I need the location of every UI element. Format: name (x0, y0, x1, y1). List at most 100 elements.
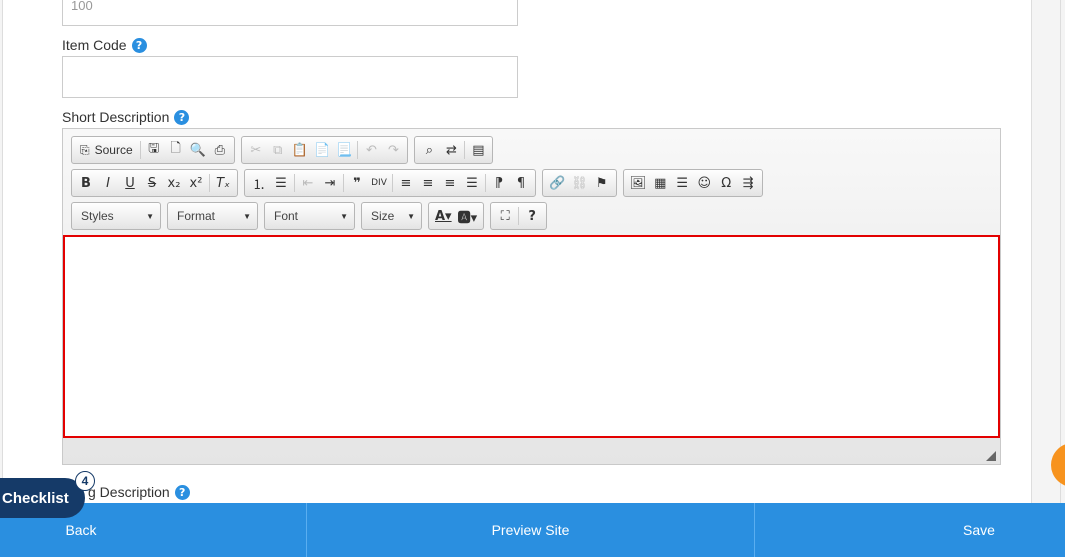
toolbar-group-tools: ⛶ ? (490, 202, 548, 230)
item-code-label-text: Item Code (62, 37, 127, 53)
rtl-icon[interactable]: ¶ (510, 172, 532, 194)
select-all-icon[interactable]: ▤ (467, 139, 489, 161)
align-center-icon[interactable]: ≡ (417, 172, 439, 194)
help-label: ? (528, 208, 536, 224)
toolbar-group-links: 🔗 ⛓ ⚑ (542, 169, 617, 197)
help-icon[interactable]: ? (174, 484, 190, 500)
text-color-icon[interactable]: A▾ (432, 205, 455, 227)
ltr-icon[interactable]: ⁋ (488, 172, 510, 194)
resize-handle-icon[interactable] (986, 451, 996, 461)
preview-icon[interactable]: 🔍 (187, 139, 209, 161)
rich-text-editor: ⎘ Source 🖫 🗋 🔍 ⎙ ✂ ⧉ 📋 📄 📃 ↶ ↷ ⌕ ⇄ ▤ B I… (62, 128, 1001, 465)
source-label: Source (94, 143, 133, 157)
separator (485, 174, 486, 192)
redo-icon[interactable]: ↷ (382, 139, 404, 161)
find-icon[interactable]: ⌕ (418, 139, 440, 161)
copy-icon[interactable]: ⧉ (267, 139, 289, 161)
long-description-label: g Description ? (88, 484, 190, 500)
paste-text-icon[interactable]: 📄 (311, 139, 333, 161)
cut-icon[interactable]: ✂ (245, 139, 267, 161)
item-code-label: Item Code ? (62, 37, 147, 53)
bulleted-list-icon[interactable]: ☰ (270, 172, 292, 194)
table-icon[interactable]: ▦ (649, 172, 671, 194)
source-button[interactable]: ⎘ Source (75, 139, 138, 161)
superscript-icon[interactable]: x² (185, 172, 207, 194)
save-icon[interactable]: 🖫 (143, 139, 165, 161)
save-button[interactable]: Save (755, 503, 1065, 557)
horizontal-line-icon[interactable]: ☰ (671, 172, 693, 194)
help-icon[interactable]: ? (174, 109, 190, 125)
special-char-icon[interactable]: Ω (715, 172, 737, 194)
page-break-icon[interactable]: ⇶ (737, 172, 759, 194)
separator (209, 174, 210, 192)
save-label: Save (963, 522, 995, 538)
italic-icon[interactable]: I (97, 172, 119, 194)
about-help-icon[interactable]: ? (521, 205, 543, 227)
link-icon[interactable]: 🔗 (546, 172, 568, 194)
format-dropdown[interactable]: Format ▼ (167, 202, 258, 230)
subscript-icon[interactable]: x₂ (163, 172, 185, 194)
separator (518, 207, 520, 225)
outdent-icon[interactable]: ⇤ (297, 172, 319, 194)
help-chat-launcher[interactable] (1051, 443, 1065, 487)
anchor-flag-icon[interactable]: ⚑ (591, 172, 613, 194)
checklist-button[interactable]: Checklist (0, 478, 85, 518)
chevron-down-icon: ▼ (243, 211, 251, 221)
styles-label: Styles (81, 209, 114, 223)
numbered-list-icon[interactable]: ⒈ (248, 172, 270, 194)
remove-format-icon[interactable]: Tₓ (212, 172, 234, 194)
preview-site-button[interactable]: Preview Site (307, 503, 755, 557)
separator (294, 174, 295, 192)
separator (343, 174, 344, 192)
new-page-icon[interactable]: 🗋 (165, 139, 187, 161)
toolbar-group-paragraph: ⒈ ☰ ⇤ ⇥ ❞ DIV ≡ ≡ ≡ ☰ ⁋ ¶ (244, 169, 536, 197)
long-description-label-text: g Description (88, 484, 170, 500)
paste-icon[interactable]: 📋 (289, 139, 311, 161)
format-label: Format (177, 209, 216, 223)
toolbar-row-3: Styles ▼ Format ▼ Font ▼ Size ▼ A▾ 🅰▾ ⛶ ? (71, 202, 548, 230)
short-description-label-text: Short Description (62, 109, 170, 125)
bottom-action-bar: Back Preview Site Save (0, 503, 1065, 557)
toolbar-group-colors: A▾ 🅰▾ (428, 202, 485, 230)
separator (357, 141, 359, 159)
smiley-icon[interactable]: ☺ (693, 172, 715, 194)
replace-icon[interactable]: ⇄ (440, 139, 462, 161)
preview-label: Preview Site (491, 522, 570, 538)
align-right-icon[interactable]: ≡ (439, 172, 461, 194)
align-left-icon[interactable]: ≡ (395, 172, 417, 194)
help-icon[interactable]: ? (131, 37, 147, 53)
unlink-icon[interactable]: ⛓ (568, 172, 591, 194)
quantity-value: 100 (71, 0, 93, 13)
font-dropdown[interactable]: Font ▼ (264, 202, 355, 230)
item-code-input[interactable] (62, 56, 518, 98)
bold-icon[interactable]: B (75, 172, 97, 194)
strikethrough-icon[interactable]: S (141, 172, 163, 194)
background-color-icon[interactable]: 🅰▾ (455, 205, 481, 227)
blockquote-icon[interactable]: ❞ (346, 172, 368, 194)
chevron-down-icon: ▼ (407, 211, 415, 221)
print-icon[interactable]: ⎙ (209, 139, 231, 161)
editor-content-area[interactable] (63, 235, 1000, 438)
styles-dropdown[interactable]: Styles ▼ (71, 202, 161, 230)
align-justify-icon[interactable]: ☰ (461, 172, 483, 194)
font-label: Font (274, 209, 299, 223)
paste-word-icon[interactable]: 📃 (333, 139, 355, 161)
toolbar-group-document: ⎘ Source 🖫 🗋 🔍 ⎙ (71, 136, 235, 164)
checklist-count: 4 (81, 474, 89, 488)
image-icon[interactable]: 🖼 (627, 172, 650, 194)
indent-icon[interactable]: ⇥ (319, 172, 341, 194)
size-dropdown[interactable]: Size ▼ (361, 202, 422, 230)
source-icon: ⎘ (80, 142, 90, 157)
separator (139, 141, 141, 159)
toolbar-row-2: B I U S x₂ x² Tₓ ⒈ ☰ ⇤ ⇥ ❞ DIV ≡ ≡ ≡ ☰ ⁋… (71, 169, 764, 197)
underline-icon[interactable]: U (119, 172, 141, 194)
undo-icon[interactable]: ↶ (360, 139, 382, 161)
toolbar-row-1: ⎘ Source 🖫 🗋 🔍 ⎙ ✂ ⧉ 📋 📄 📃 ↶ ↷ ⌕ ⇄ ▤ (71, 136, 494, 164)
short-description-label: Short Description ? (62, 109, 190, 125)
separator (464, 141, 466, 159)
maximize-icon[interactable]: ⛶ (494, 205, 516, 227)
quantity-input[interactable]: 100 (62, 0, 518, 26)
size-label: Size (371, 209, 395, 223)
checklist-label: Checklist (2, 489, 69, 507)
div-container-icon[interactable]: DIV (368, 172, 390, 194)
